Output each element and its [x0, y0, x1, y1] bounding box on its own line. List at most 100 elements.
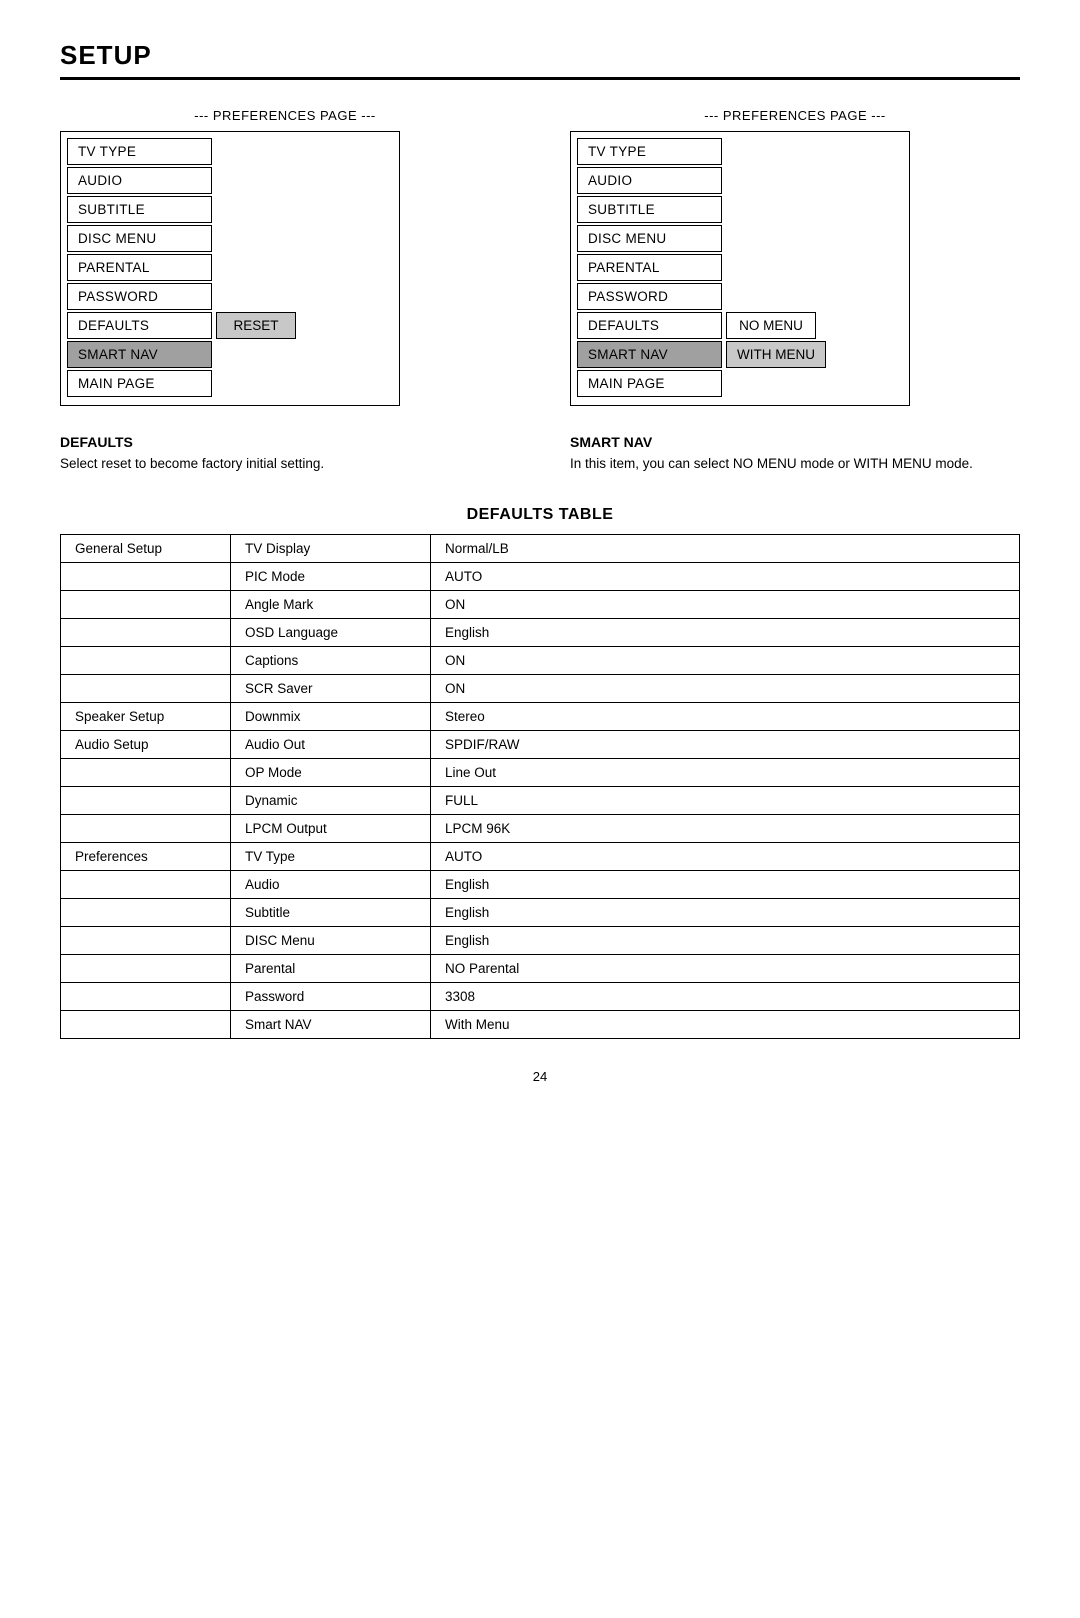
- menu-row: AUDIO: [577, 167, 903, 194]
- table-cell-category: [61, 871, 231, 899]
- table-cell-setting: Smart NAV: [231, 1011, 431, 1039]
- menu-row: AUDIO: [67, 167, 393, 194]
- table-cell-category: General Setup: [61, 535, 231, 563]
- table-cell-setting: Audio: [231, 871, 431, 899]
- menu-row: MAIN PAGE: [67, 370, 393, 397]
- defaults-desc-text: Select reset to become factory initial s…: [60, 454, 510, 474]
- right-tv-type[interactable]: TV TYPE: [577, 138, 722, 165]
- table-cell-category: [61, 647, 231, 675]
- table-cell-category: Audio Setup: [61, 731, 231, 759]
- table-row: General SetupTV DisplayNormal/LB: [61, 535, 1020, 563]
- table-row: PIC ModeAUTO: [61, 563, 1020, 591]
- table-cell-setting: Audio Out: [231, 731, 431, 759]
- table-cell-value: English: [431, 899, 1020, 927]
- table-cell-value: ON: [431, 591, 1020, 619]
- table-row: Password3308: [61, 983, 1020, 1011]
- left-main-page[interactable]: MAIN PAGE: [67, 370, 212, 397]
- left-disc-menu[interactable]: DISC MENU: [67, 225, 212, 252]
- right-with-menu-button[interactable]: WITH MENU: [726, 341, 826, 368]
- smart-nav-desc-text: In this item, you can select NO MENU mod…: [570, 454, 1020, 474]
- left-pref-panel: --- PREFERENCES PAGE --- TV TYPE AUDIO S…: [60, 108, 510, 406]
- defaults-table-section: DEFAULTS TABLE General SetupTV DisplayNo…: [60, 506, 1020, 1039]
- table-cell-category: [61, 1011, 231, 1039]
- right-smart-nav[interactable]: SMART NAV: [577, 341, 722, 368]
- table-cell-category: [61, 787, 231, 815]
- table-row: DISC MenuEnglish: [61, 927, 1020, 955]
- menu-row: DEFAULTS NO MENU: [577, 312, 903, 339]
- left-smart-nav[interactable]: SMART NAV: [67, 341, 212, 368]
- table-row: ParentalNO Parental: [61, 955, 1020, 983]
- left-reset-button[interactable]: RESET: [216, 312, 296, 339]
- table-cell-category: [61, 563, 231, 591]
- page-title: SETUP: [60, 40, 1020, 80]
- left-tv-type[interactable]: TV TYPE: [67, 138, 212, 165]
- defaults-desc-title: DEFAULTS: [60, 434, 510, 450]
- right-subtitle[interactable]: SUBTITLE: [577, 196, 722, 223]
- table-cell-value: FULL: [431, 787, 1020, 815]
- table-cell-setting: OP Mode: [231, 759, 431, 787]
- left-defaults[interactable]: DEFAULTS: [67, 312, 212, 339]
- table-cell-value: AUTO: [431, 563, 1020, 591]
- menu-row: SUBTITLE: [577, 196, 903, 223]
- menu-row: TV TYPE: [577, 138, 903, 165]
- left-audio[interactable]: AUDIO: [67, 167, 212, 194]
- table-cell-value: ON: [431, 647, 1020, 675]
- table-row: AudioEnglish: [61, 871, 1020, 899]
- table-cell-setting: Downmix: [231, 703, 431, 731]
- table-cell-category: [61, 815, 231, 843]
- left-subtitle[interactable]: SUBTITLE: [67, 196, 212, 223]
- left-menu-box: TV TYPE AUDIO SUBTITLE DISC MENU PARENTA…: [60, 131, 400, 406]
- menu-row: PASSWORD: [577, 283, 903, 310]
- right-menu-box: TV TYPE AUDIO SUBTITLE DISC MENU PARENTA…: [570, 131, 910, 406]
- table-row: PreferencesTV TypeAUTO: [61, 843, 1020, 871]
- right-password[interactable]: PASSWORD: [577, 283, 722, 310]
- table-cell-setting: TV Type: [231, 843, 431, 871]
- table-cell-value: SPDIF/RAW: [431, 731, 1020, 759]
- table-cell-value: NO Parental: [431, 955, 1020, 983]
- table-cell-setting: OSD Language: [231, 619, 431, 647]
- table-cell-value: Stereo: [431, 703, 1020, 731]
- left-parental[interactable]: PARENTAL: [67, 254, 212, 281]
- table-cell-setting: Subtitle: [231, 899, 431, 927]
- right-no-menu-button[interactable]: NO MENU: [726, 312, 816, 339]
- menu-row: PASSWORD: [67, 283, 393, 310]
- table-row: OP ModeLine Out: [61, 759, 1020, 787]
- right-pref-label: --- PREFERENCES PAGE ---: [570, 108, 1020, 123]
- right-parental[interactable]: PARENTAL: [577, 254, 722, 281]
- menu-row: DISC MENU: [67, 225, 393, 252]
- top-section: --- PREFERENCES PAGE --- TV TYPE AUDIO S…: [60, 108, 1020, 406]
- table-cell-category: [61, 591, 231, 619]
- right-main-page[interactable]: MAIN PAGE: [577, 370, 722, 397]
- table-cell-setting: LPCM Output: [231, 815, 431, 843]
- menu-row: PARENTAL: [577, 254, 903, 281]
- menu-row: SMART NAV: [67, 341, 393, 368]
- table-cell-value: English: [431, 927, 1020, 955]
- right-audio[interactable]: AUDIO: [577, 167, 722, 194]
- menu-row: DEFAULTS RESET: [67, 312, 393, 339]
- table-cell-category: Preferences: [61, 843, 231, 871]
- table-cell-value: With Menu: [431, 1011, 1020, 1039]
- table-cell-category: Speaker Setup: [61, 703, 231, 731]
- right-pref-panel: --- PREFERENCES PAGE --- TV TYPE AUDIO S…: [570, 108, 1020, 406]
- table-cell-value: Normal/LB: [431, 535, 1020, 563]
- table-row: LPCM OutputLPCM 96K: [61, 815, 1020, 843]
- table-cell-setting: DISC Menu: [231, 927, 431, 955]
- left-pref-label: --- PREFERENCES PAGE ---: [60, 108, 510, 123]
- menu-row: MAIN PAGE: [577, 370, 903, 397]
- right-disc-menu[interactable]: DISC MENU: [577, 225, 722, 252]
- table-row: Smart NAVWith Menu: [61, 1011, 1020, 1039]
- table-row: OSD LanguageEnglish: [61, 619, 1020, 647]
- table-row: CaptionsON: [61, 647, 1020, 675]
- table-cell-value: LPCM 96K: [431, 815, 1020, 843]
- menu-row: TV TYPE: [67, 138, 393, 165]
- right-defaults[interactable]: DEFAULTS: [577, 312, 722, 339]
- table-cell-category: [61, 675, 231, 703]
- table-cell-setting: Dynamic: [231, 787, 431, 815]
- table-cell-setting: SCR Saver: [231, 675, 431, 703]
- descriptions-section: DEFAULTS Select reset to become factory …: [60, 434, 1020, 474]
- menu-row: SMART NAV WITH MENU: [577, 341, 903, 368]
- left-password[interactable]: PASSWORD: [67, 283, 212, 310]
- table-cell-setting: PIC Mode: [231, 563, 431, 591]
- table-cell-setting: Parental: [231, 955, 431, 983]
- table-row: Audio SetupAudio OutSPDIF/RAW: [61, 731, 1020, 759]
